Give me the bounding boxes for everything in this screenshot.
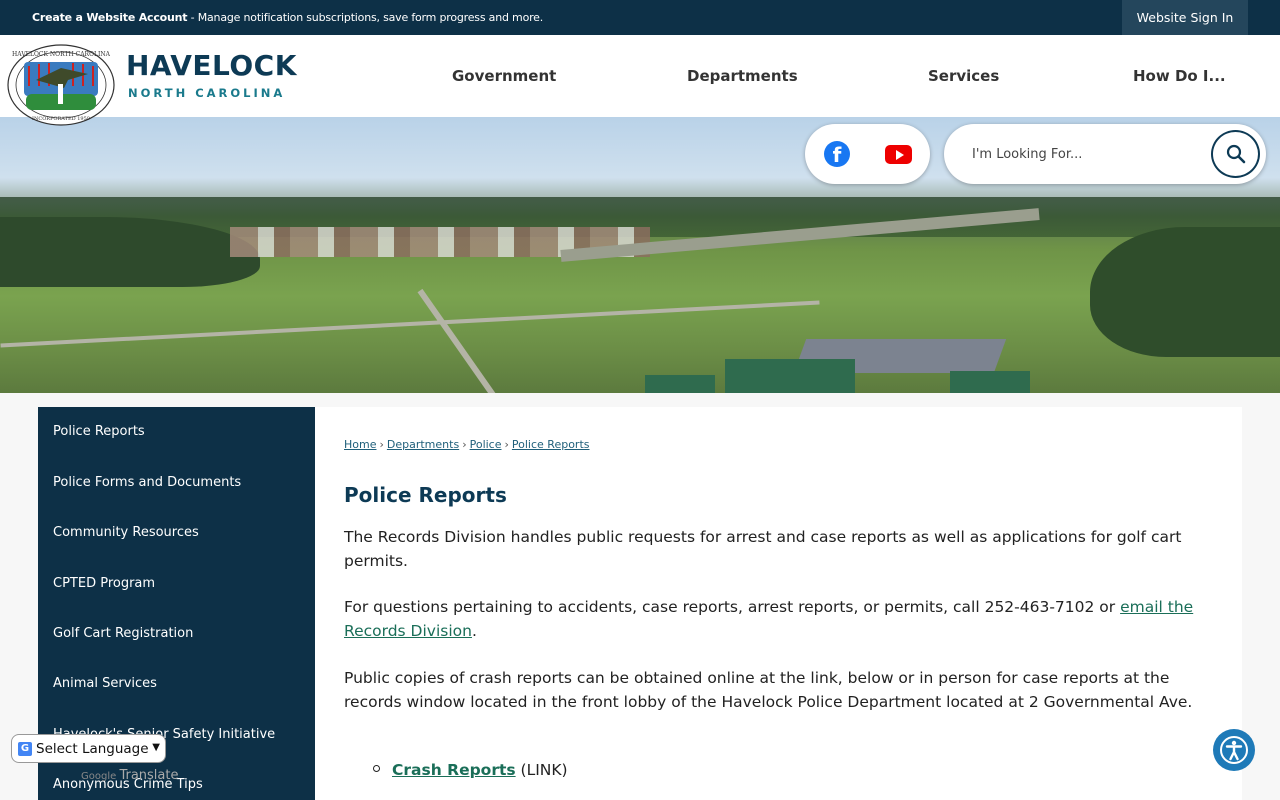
social-links: f: [805, 124, 930, 184]
accessibility-button[interactable]: [1213, 729, 1255, 771]
powered-by-google: Google Translate: [81, 768, 178, 783]
crash-reports-suffix: (LINK): [515, 761, 568, 779]
breadcrumb-police-reports[interactable]: Police Reports: [512, 438, 590, 451]
hero-building-green: [725, 359, 855, 393]
search-button[interactable]: [1211, 130, 1260, 178]
crash-reports-paragraph: Public copies of crash reports can be ob…: [344, 669, 1193, 711]
list-bullet: [373, 765, 380, 772]
link-list: Crash Reports (LINK): [373, 761, 568, 779]
sign-in-button[interactable]: Website Sign In: [1122, 0, 1248, 35]
language-select[interactable]: G Select Language ▼: [11, 734, 166, 763]
page-title: Police Reports: [344, 483, 507, 507]
breadcrumb: Home › Departments › Police › Police Reports: [344, 438, 590, 451]
chevron-down-icon: ▼: [152, 742, 160, 753]
sidebar-item-animal-services[interactable]: Animal Services: [53, 676, 157, 691]
breadcrumb-home[interactable]: Home: [344, 438, 376, 451]
sidebar-item-golf-cart-registration[interactable]: Golf Cart Registration: [53, 626, 193, 641]
hero-forest-right: [1090, 227, 1280, 357]
nav-how-do-i[interactable]: How Do I...: [1133, 67, 1226, 85]
breadcrumb-departments[interactable]: Departments: [387, 438, 459, 451]
intro-paragraph: The Records Division handles public requ…: [344, 528, 1182, 570]
facebook-icon[interactable]: f: [824, 141, 850, 167]
create-account-link[interactable]: Create a Website Account: [32, 11, 188, 24]
seal-text-bottom: INCORPORATED 1959: [32, 116, 90, 122]
google-g-icon: G: [18, 741, 32, 756]
contact-paragraph: For questions pertaining to accidents, c…: [344, 595, 1214, 643]
nav-departments[interactable]: Departments: [687, 67, 798, 85]
accessibility-icon: [1220, 736, 1248, 764]
brand-name[interactable]: HAVELOCK: [126, 49, 297, 82]
search-input[interactable]: [972, 142, 1202, 166]
contact-text: For questions pertaining to accidents, c…: [344, 598, 1121, 616]
powered-by-google-label: Google: [81, 771, 117, 782]
hero-building-green: [950, 371, 1030, 393]
account-message: Create a Website Account - Manage notifi…: [32, 11, 543, 24]
site-search: [944, 124, 1266, 184]
powered-by-translate-label: Translate: [119, 768, 179, 783]
breadcrumb-police[interactable]: Police: [470, 438, 502, 451]
brand-subtitle: NORTH CAROLINA: [128, 86, 286, 100]
search-icon: [1226, 144, 1245, 164]
sidebar-item-police-forms[interactable]: Police Forms and Documents: [53, 475, 241, 490]
contact-end: .: [471, 622, 477, 640]
sidebar-item-community-resources[interactable]: Community Resources: [53, 525, 199, 540]
youtube-icon[interactable]: [885, 145, 912, 164]
nav-services[interactable]: Services: [928, 67, 999, 85]
main-content: Home › Departments › Police › Police Reports P…: [315, 407, 1242, 800]
nav-government[interactable]: Government: [452, 67, 556, 85]
top-bar: Create a Website Account - Manage notifi…: [0, 0, 1280, 35]
language-select-label: Select Language: [36, 740, 149, 757]
sidebar-item-cpted-program[interactable]: CPTED Program: [53, 576, 155, 591]
create-account-description: - Manage notification subscriptions, sav…: [190, 11, 544, 24]
site-header: HAVELOCK NORTH CAROLINA INCORPORATED 195…: [0, 35, 1280, 126]
sidebar-item-police-reports[interactable]: Police Reports: [53, 424, 145, 439]
city-seal-logo[interactable]: HAVELOCK NORTH CAROLINA INCORPORATED 195…: [6, 44, 116, 126]
seal-text-top: HAVELOCK NORTH CAROLINA: [12, 51, 111, 58]
hero-road: [0, 300, 820, 348]
hero-building-green: [645, 375, 715, 393]
crash-reports-link[interactable]: Crash Reports: [392, 761, 516, 779]
hero-road-diagonal: [417, 288, 509, 393]
